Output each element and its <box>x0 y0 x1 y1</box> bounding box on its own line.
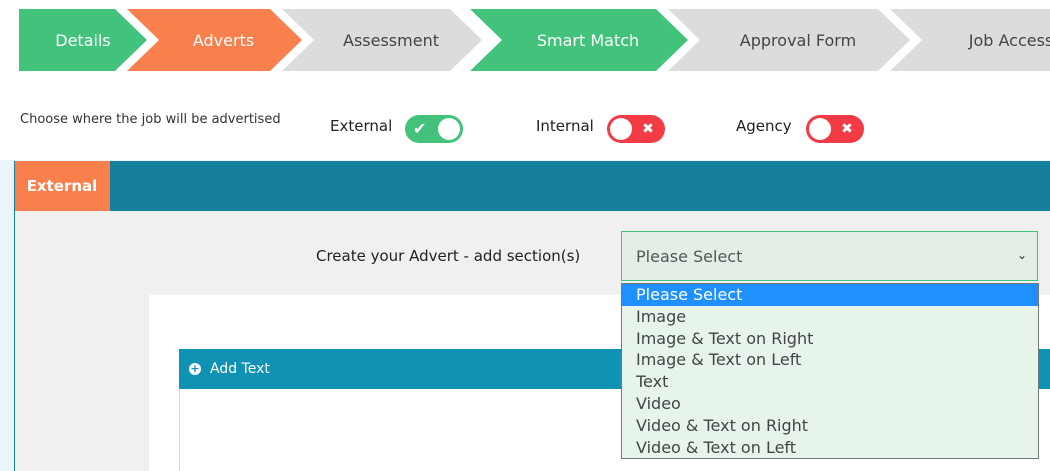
panel-border <box>14 161 15 471</box>
step-assessment[interactable]: Assessment <box>282 9 482 71</box>
toggle-knob <box>438 118 460 140</box>
step-approval-form[interactable]: Approval Form <box>668 9 910 71</box>
internal-label: Internal <box>536 117 594 135</box>
agency-label: Agency <box>736 117 792 135</box>
step-label: Details <box>55 30 111 50</box>
select-value: Please Select <box>636 246 743 266</box>
chevron-down-icon: ⌄ <box>1016 248 1027 262</box>
section-select[interactable]: Please Select ⌄ <box>621 231 1038 281</box>
dropdown-option[interactable]: Video <box>622 393 1038 415</box>
plus-icon: + <box>189 362 201 375</box>
section-dropdown-list: Please Select Image Image & Text on Righ… <box>621 283 1039 459</box>
step-job-access[interactable]: Job Access <box>890 9 1050 71</box>
step-adverts[interactable]: Adverts <box>127 9 302 71</box>
close-icon: ✖ <box>841 121 853 137</box>
step-label: Smart Match <box>536 30 640 50</box>
dropdown-option[interactable]: Image <box>622 306 1038 328</box>
step-details[interactable]: Details <box>19 9 147 71</box>
tab-external[interactable]: External <box>14 161 110 211</box>
step-smart-match[interactable]: Smart Match <box>470 9 688 71</box>
dropdown-option[interactable]: Image & Text on Left <box>622 349 1038 371</box>
check-icon: ✔ <box>413 119 427 138</box>
create-advert-label: Create your Advert - add section(s) <box>316 247 581 265</box>
external-label: External <box>330 117 393 135</box>
dropdown-option[interactable]: Text <box>622 371 1038 393</box>
step-label: Adverts <box>192 30 255 50</box>
dropdown-option[interactable]: Please Select <box>622 284 1038 306</box>
page: Details Adverts Assessment Smart Match A… <box>0 0 1050 471</box>
add-text-label: Add Text <box>210 361 270 377</box>
wizard-stepper: Details Adverts Assessment Smart Match A… <box>19 9 1050 71</box>
panel-header <box>14 161 1050 211</box>
step-label: Job Access <box>968 30 1050 50</box>
internal-toggle[interactable]: ✖ <box>607 115 665 143</box>
step-label: Approval Form <box>739 30 857 50</box>
step-label: Assessment <box>343 30 439 50</box>
external-toggle[interactable]: ✔ <box>405 115 463 143</box>
toggle-knob <box>809 118 831 140</box>
advertise-prompt: Choose where the job will be advertised <box>20 112 281 127</box>
dropdown-option[interactable]: Image & Text on Right <box>622 328 1038 350</box>
close-icon: ✖ <box>642 121 654 137</box>
dropdown-option[interactable]: Video & Text on Left <box>622 437 1038 459</box>
toggle-knob <box>610 118 632 140</box>
agency-toggle[interactable]: ✖ <box>806 115 864 143</box>
dropdown-option[interactable]: Video & Text on Right <box>622 415 1038 437</box>
